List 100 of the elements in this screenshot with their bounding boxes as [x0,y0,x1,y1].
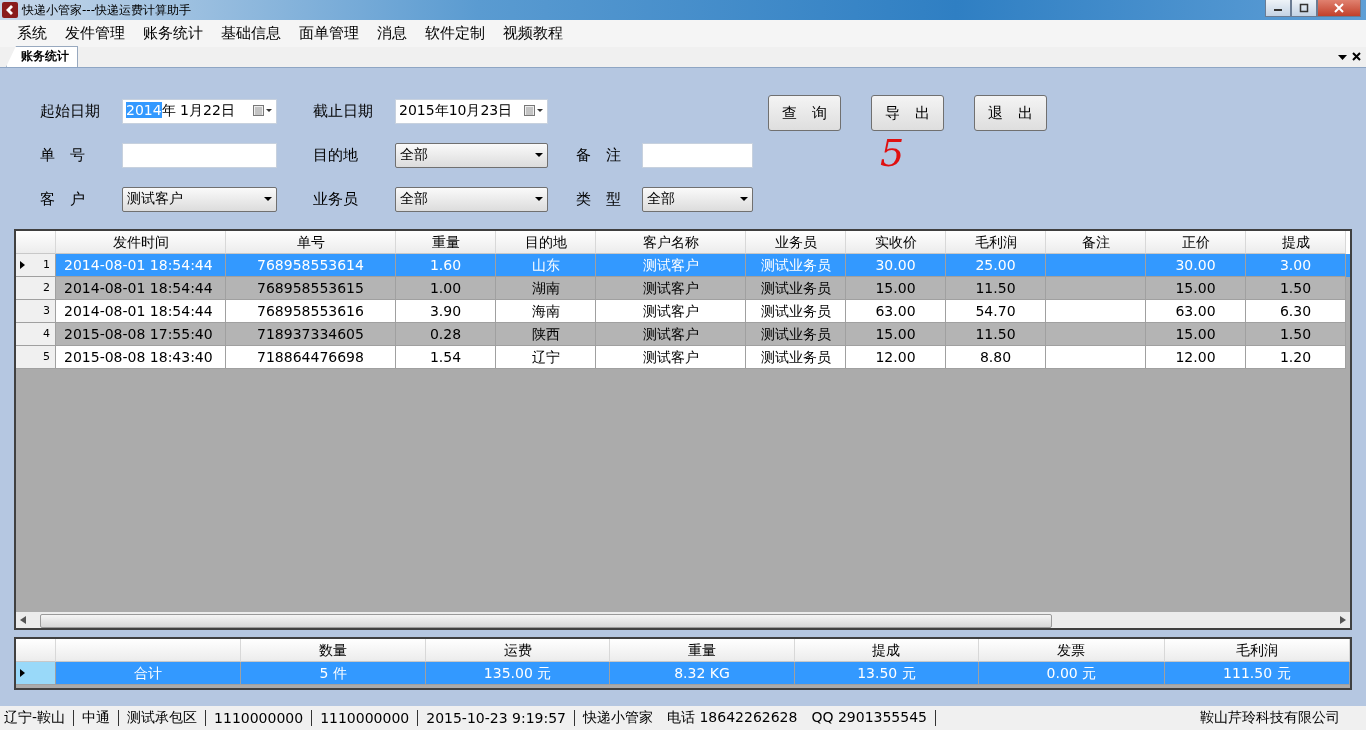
column-header: 毛利润 [1164,639,1350,662]
table-cell: 1.60 [396,254,496,277]
column-header: 重量 [396,231,496,254]
dropdown-field[interactable]: 全部 [395,186,548,212]
table-cell: 0.00 元 [979,662,1165,685]
table-cell: 12.00 [1146,346,1246,369]
table-cell: 30.00 [846,254,946,277]
input-field[interactable] [642,142,753,168]
menu-item[interactable]: 基础信息 [212,24,290,43]
close-icon[interactable] [1352,52,1361,61]
table-cell: 718937334605 [226,323,396,346]
column-header: 正价 [1146,231,1246,254]
maximize-button[interactable] [1291,0,1317,17]
table-cell: 2014-08-01 18:54:44 [56,254,226,277]
table-cell: 测试客户 [596,300,746,323]
column-header: 数量 [241,639,426,662]
column-header: 客户名称 [596,231,746,254]
table-cell: 测试客户 [596,277,746,300]
table-cell: 海南 [496,300,596,323]
minimize-button[interactable] [1265,0,1291,17]
table-cell: 54.70 [946,300,1046,323]
menu-item[interactable]: 系统 [8,24,56,43]
action-button[interactable]: 查 询 [768,95,841,131]
column-header: 运费 [425,639,611,662]
column-header: 发件时间 [56,231,226,254]
table-cell: 5 件 [241,662,426,685]
scroll-right-icon[interactable] [1340,616,1346,624]
menu-item[interactable]: 账务统计 [134,24,212,43]
table-cell: 湖南 [496,277,596,300]
table-row[interactable]: 2 2014-08-01 18:54:44 768958553615 1.00 湖南 测试客户 测试业务员 15.00 11.50 15.00 1.50 [16,277,1350,300]
dropdown-field[interactable]: 全部 [395,142,548,168]
date-picker[interactable]: 2014年 1月22日 [122,98,277,124]
status-text: 1110000000 [214,710,305,726]
action-button[interactable]: 导 出 [871,95,944,131]
table-cell: 11.50 [946,277,1046,300]
column-header: 发票 [979,639,1165,662]
table-cell: 15.00 [846,277,946,300]
date-picker[interactable]: 2015年10月23日 [395,98,548,124]
table-row[interactable]: 1 2014-08-01 18:54:44 768958553614 1.60 山东 测试客户 测试业务员 30.00 25.00 30.00 3.00 [16,254,1350,277]
menu-item[interactable]: 软件定制 [416,24,494,43]
field-label: 备 注 [576,145,622,165]
table-cell: 8.80 [946,346,1046,369]
table-cell: 15.00 [1146,323,1246,346]
input-field[interactable] [122,142,277,168]
action-button[interactable]: 退 出 [974,95,1047,131]
table-cell: 15.00 [1146,277,1246,300]
row-header-corner [16,231,56,254]
horizontal-scrollbar[interactable] [16,612,1350,628]
column-header: 备注 [1046,231,1146,254]
table-row[interactable]: 3 2014-08-01 18:54:44 768958553616 3.90 海南 测试客户 测试业务员 63.00 54.70 63.00 6.30 [16,300,1350,323]
caret-icon [535,152,543,158]
column-header: 重量 [610,639,795,662]
scrollbar-thumb[interactable] [40,614,1052,628]
app-logo-icon [2,2,18,18]
table-cell: 12.00 [846,346,946,369]
field-label: 类 型 [576,189,622,209]
company-name: 鞍山芹玲科技有限公司 [1200,709,1341,727]
status-text: 2015-10-23 9:19:57 [426,710,567,726]
table-cell: 6.30 [1246,300,1346,323]
table-cell: 2015-08-08 17:55:40 [56,323,226,346]
field-label: 业务员 [313,189,359,209]
table-cell: 13.50 元 [794,662,980,685]
calendar-icon[interactable] [253,105,273,117]
status-text: 1110000000 [320,710,411,726]
scroll-left-icon[interactable] [20,616,26,624]
table-cell: 30.00 [1146,254,1246,277]
dropdown-field[interactable]: 测试客户 [122,186,277,212]
table-cell: 测试客户 [596,346,746,369]
field-label: 客 户 [40,189,86,209]
table-cell: 测试业务员 [746,346,846,369]
tab[interactable]: 账务统计 [6,46,78,67]
menu-item[interactable]: 消息 [368,24,416,43]
row-header-corner [16,639,56,662]
table-cell: 1.20 [1246,346,1346,369]
table-row[interactable]: 4 2015-08-08 17:55:40 718937334605 0.28 陕西 测试客户 测试业务员 15.00 11.50 15.00 1.50 [16,323,1350,346]
table-cell: 2014-08-01 18:54:44 [56,277,226,300]
maximize-icon[interactable] [1299,3,1309,13]
column-header: 实收价 [846,231,946,254]
menu-item[interactable]: 发件管理 [56,24,134,43]
table-cell: 63.00 [846,300,946,323]
table-cell: 测试业务员 [746,277,846,300]
column-header: 提成 [794,639,980,662]
dropdown-icon[interactable] [1338,55,1347,61]
table-cell: 111.50 元 [1164,662,1350,685]
menu-item[interactable]: 面单管理 [290,24,368,43]
status-text: 辽宁-鞍山 [4,709,67,727]
dropdown-field[interactable]: 全部 [642,186,753,212]
calendar-icon[interactable] [524,105,544,117]
table-cell: 测试客户 [596,323,746,346]
caret-icon [535,196,543,202]
caret-icon [740,196,748,202]
table-cell: 1.54 [396,346,496,369]
table-cell: 768958553615 [226,277,396,300]
table-row[interactable]: 5 2015-08-08 18:43:40 718864476698 1.54 辽宁 测试客户 测试业务员 12.00 8.80 12.00 1.20 [16,346,1350,369]
status-text: 中通 [82,709,112,727]
close-button[interactable] [1317,0,1361,17]
menu-item[interactable]: 视频教程 [494,24,572,43]
window-title: 快递小管家---快递运费计算助手 [22,2,191,19]
column-header: 单号 [226,231,396,254]
column-header: 目的地 [496,231,596,254]
